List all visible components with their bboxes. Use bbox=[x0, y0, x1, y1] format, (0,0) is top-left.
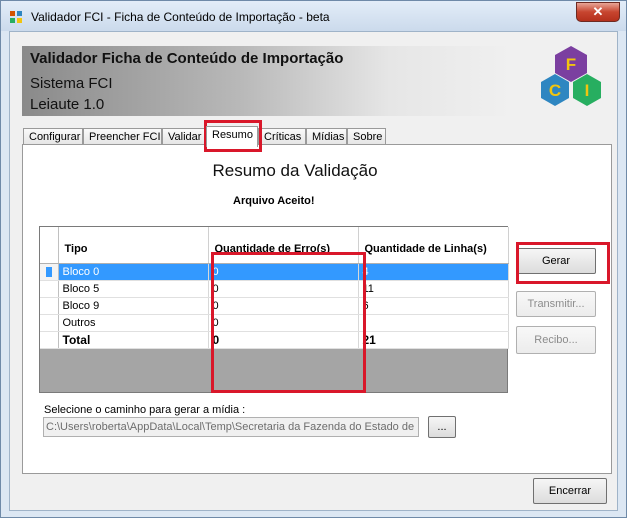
app-icon bbox=[10, 11, 22, 23]
logo-letter-i: I bbox=[585, 81, 590, 100]
summary-table: Tipo Quantidade de Erro(s) Quantidade de… bbox=[40, 227, 509, 349]
gerar-button[interactable]: Gerar bbox=[516, 248, 596, 274]
cell-linhas[interactable] bbox=[358, 314, 509, 332]
row-header-cell[interactable] bbox=[40, 263, 59, 281]
cell-linhas[interactable]: 6 bbox=[358, 297, 509, 315]
row-header-cell[interactable] bbox=[40, 297, 59, 315]
client-area: Validador Ficha de Conteúdo de Importaçã… bbox=[9, 31, 618, 511]
transmitir-button[interactable]: Transmitir... bbox=[516, 291, 596, 317]
cell-erros[interactable]: 0 bbox=[208, 263, 359, 281]
window-title: Validador FCI - Ficha de Conteúdo de Imp… bbox=[31, 10, 330, 24]
logo-letter-c: C bbox=[549, 81, 561, 100]
row-header-cell[interactable] bbox=[40, 331, 59, 349]
cell-tipo[interactable]: Outros bbox=[58, 314, 209, 332]
cell-tipo[interactable]: Bloco 9 bbox=[58, 297, 209, 315]
row-header-cell[interactable] bbox=[40, 280, 59, 298]
table-row[interactable]: Bloco 5 0 11 bbox=[40, 280, 509, 298]
cell-erros[interactable]: 0 bbox=[208, 297, 359, 315]
recibo-button[interactable]: Recibo... bbox=[516, 326, 596, 354]
app-subtitle: Sistema FCI bbox=[30, 75, 113, 92]
header-panel: Validador Ficha de Conteúdo de Importaçã… bbox=[22, 46, 512, 116]
summary-grid[interactable]: Tipo Quantidade de Erro(s) Quantidade de… bbox=[39, 226, 509, 393]
row-header-cell[interactable] bbox=[40, 314, 59, 332]
table-row[interactable]: Bloco 0 0 4 bbox=[40, 263, 509, 281]
encerrar-button[interactable]: Encerrar bbox=[533, 478, 607, 504]
app-window: Validador FCI - Ficha de Conteúdo de Imp… bbox=[0, 0, 627, 518]
cell-erros[interactable]: 0 bbox=[208, 280, 359, 298]
browse-button[interactable]: ... bbox=[428, 416, 456, 438]
layout-version: Leiaute 1.0 bbox=[30, 96, 105, 113]
cell-tipo[interactable]: Total bbox=[58, 331, 209, 349]
validation-status: Arquivo Aceito! bbox=[233, 195, 315, 207]
col-header-linhas[interactable]: Quantidade de Linha(s) bbox=[358, 227, 509, 264]
table-row[interactable]: Bloco 9 0 6 bbox=[40, 297, 509, 315]
cell-linhas[interactable]: 21 bbox=[358, 331, 509, 349]
path-input[interactable] bbox=[43, 417, 419, 437]
cell-erros[interactable]: 0 bbox=[208, 314, 359, 332]
cell-linhas[interactable]: 11 bbox=[358, 280, 509, 298]
close-button[interactable]: ✕ bbox=[576, 2, 620, 22]
col-header-tipo[interactable]: Tipo bbox=[58, 227, 209, 264]
table-row-total[interactable]: Total 0 21 bbox=[40, 331, 509, 349]
cell-tipo[interactable]: Bloco 5 bbox=[58, 280, 209, 298]
row-header-corner bbox=[40, 227, 59, 264]
cell-tipo[interactable]: Bloco 0 bbox=[58, 263, 209, 281]
tab-resumo[interactable]: Resumo bbox=[206, 126, 258, 147]
cell-linhas[interactable]: 4 bbox=[358, 263, 509, 281]
table-row[interactable]: Outros 0 bbox=[40, 314, 509, 332]
summary-title: Resumo da Validação bbox=[212, 161, 378, 180]
title-bar[interactable]: Validador FCI - Ficha de Conteúdo de Imp… bbox=[1, 1, 626, 31]
fci-logo: F C I bbox=[541, 46, 601, 106]
grid-header-row: Tipo Quantidade de Erro(s) Quantidade de… bbox=[40, 227, 509, 264]
cell-erros[interactable]: 0 bbox=[208, 331, 359, 349]
logo-letter-f: F bbox=[566, 55, 576, 74]
row-selector-icon bbox=[46, 266, 52, 277]
path-label: Selecione o caminho para gerar a mídia : bbox=[44, 404, 246, 416]
app-title: Validador Ficha de Conteúdo de Importaçã… bbox=[30, 50, 344, 67]
col-header-erros[interactable]: Quantidade de Erro(s) bbox=[208, 227, 359, 264]
